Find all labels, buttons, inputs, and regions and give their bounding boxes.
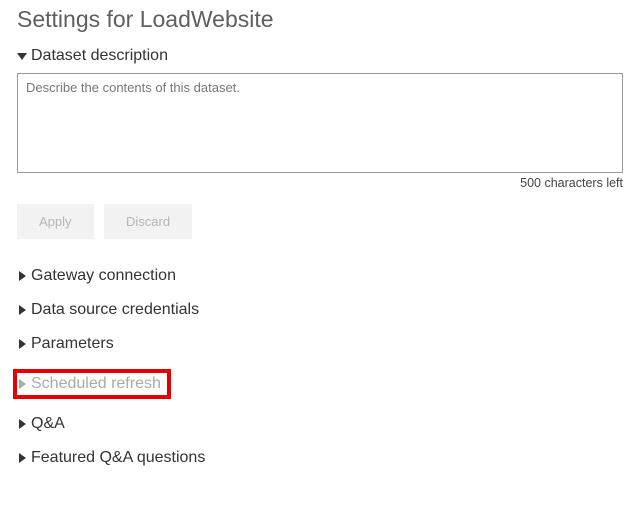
caret-right-icon (17, 305, 29, 315)
section-data-source-credentials: Data source credentials (17, 301, 626, 319)
apply-button[interactable]: Apply (17, 204, 94, 239)
section-label: Gateway connection (31, 267, 176, 285)
section-label: Scheduled refresh (31, 375, 161, 393)
section-header-featured-qna[interactable]: Featured Q&A questions (17, 449, 626, 467)
dataset-description-input[interactable] (17, 73, 623, 173)
section-featured-qna: Featured Q&A questions (17, 449, 626, 467)
section-gateway-connection: Gateway connection (17, 267, 626, 285)
section-label: Featured Q&A questions (31, 449, 205, 467)
section-header-parameters[interactable]: Parameters (17, 335, 626, 353)
section-label: Q&A (31, 415, 65, 433)
section-dataset-description: Dataset description 500 characters left … (17, 47, 626, 239)
section-label: Data source credentials (31, 301, 199, 319)
section-header-qna[interactable]: Q&A (17, 415, 626, 433)
section-label: Parameters (31, 335, 114, 353)
caret-down-icon (17, 51, 29, 61)
caret-right-icon (17, 453, 29, 463)
page-title: Settings for LoadWebsite (17, 6, 626, 33)
section-parameters: Parameters (17, 335, 626, 353)
button-row: Apply Discard (17, 204, 626, 239)
section-scheduled-refresh: Scheduled refresh (17, 369, 626, 399)
caret-right-icon (17, 419, 29, 429)
section-header-credentials[interactable]: Data source credentials (17, 301, 626, 319)
caret-right-icon (17, 271, 29, 281)
caret-right-icon (17, 379, 29, 389)
section-label: Dataset description (31, 47, 168, 65)
character-counter: 500 characters left (17, 176, 623, 190)
highlight-box: Scheduled refresh (13, 369, 171, 399)
section-header-dataset-description[interactable]: Dataset description (17, 47, 626, 65)
section-header-scheduled-refresh[interactable]: Scheduled refresh (17, 375, 161, 393)
discard-button[interactable]: Discard (104, 204, 192, 239)
section-qna: Q&A (17, 415, 626, 433)
section-header-gateway[interactable]: Gateway connection (17, 267, 626, 285)
caret-right-icon (17, 339, 29, 349)
